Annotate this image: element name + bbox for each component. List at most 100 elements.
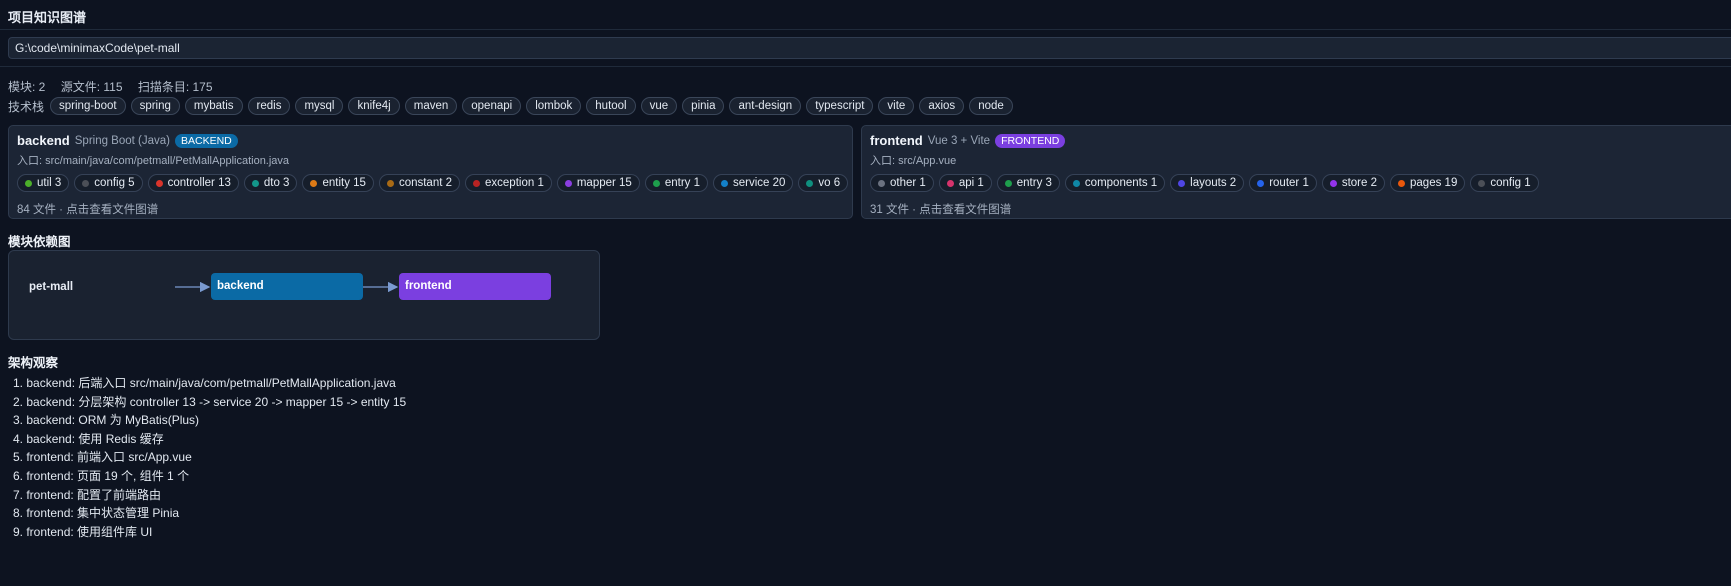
category-dot-icon [25,179,32,187]
dependency-graph-title: 模块依赖图 [8,235,71,249]
category-label: exception 1 [485,177,544,189]
tech-chip: redis [247,97,291,115]
dependency-graph: pet-mall backend frontend [8,250,600,340]
category-label: controller 13 [167,177,231,189]
category-chip[interactable]: store 2 [1321,174,1386,192]
category-dot-icon [386,179,394,187]
category-chip[interactable]: entity 15 [302,174,374,192]
project-path-input[interactable]: G:\code\minimaxCode\pet-mall [8,37,1731,59]
category-label: constant 2 [398,177,453,189]
tech-chip: spring-boot [50,97,126,115]
category-chip[interactable]: mapper 15 [556,174,640,192]
category-chip[interactable]: exception 1 [465,174,552,192]
category-label: util 3 [37,177,62,189]
tech-stack-label: 技术栈 [8,99,45,114]
category-dot-icon [878,179,885,187]
tech-chip: lombok [526,97,582,115]
category-dot-icon [1072,179,1080,187]
module-files-link[interactable]: 31 文件 · 点击查看文件图谱 [870,201,1731,217]
tech-chip: mybatis [184,97,243,115]
observation-item: 6. frontend: 页面 19 个, 组件 1 个 [13,468,190,483]
category-dot-icon [1329,179,1337,187]
observation-item: 5. frontend: 前端入口 src/App.vue [13,450,192,465]
scanned-count: 扫描条目: 175 [137,80,213,94]
category-label: entry 1 [664,177,700,189]
category-dot-icon [1478,179,1486,187]
tech-chip: openapi [462,97,522,115]
graph-node-backend[interactable]: backend [211,273,363,300]
category-dot-icon [473,179,481,187]
category-dot-icon [82,179,90,187]
category-dot-icon [721,179,728,187]
category-dot-icon [251,179,259,187]
category-dot-icon [1178,179,1186,187]
category-chip[interactable]: router 1 [1249,174,1317,192]
tech-chip: node [969,97,1013,115]
source-count: 源文件: 115 [60,80,123,94]
category-chip[interactable]: other 1 [870,174,934,192]
category-chip[interactable]: pages 19 [1390,174,1466,192]
module-badge: BACKEND [175,133,238,148]
category-label: other 1 [890,177,926,189]
category-label: entry 3 [1016,177,1052,189]
graph-node-frontend[interactable]: frontend [399,273,551,300]
category-chip[interactable]: components 1 [1064,174,1166,192]
category-dot-icon [652,179,660,187]
category-list: util 3 config 5 controller 13 dto 3 entity 1… [17,174,849,192]
tech-chip: vue [640,97,678,115]
stats-row: 模块: 2 源文件: 115 扫描条目: 175 [8,78,225,95]
tech-chip: spring [130,97,180,115]
header-bar: 项目知识图谱 [0,0,1731,30]
tech-chip: knife4j [348,97,400,115]
category-label: layouts 2 [1190,177,1237,189]
divider [0,66,1731,67]
category-chip[interactable]: config 1 [1470,174,1539,192]
observation-item: 9. frontend: 使用组件库 UI [13,524,153,539]
category-chip[interactable]: controller 13 [147,174,239,192]
module-framework: Vue 3 + Vite [927,134,991,147]
category-chip[interactable]: util 3 [17,174,70,192]
observations-list: 1. backend: 后端入口 src/main/java/com/petma… [13,374,406,541]
module-badge: FRONTEND [995,133,1066,148]
module-name: frontend [870,133,923,148]
module-card-backend[interactable]: backend Spring Boot (Java) BACKEND 入口: s… [8,125,853,219]
tech-chip: pinia [682,97,725,115]
category-chip[interactable]: service 20 [713,174,794,192]
tech-chip: hutool [586,97,636,115]
category-label: entity 15 [322,177,366,189]
category-label: config 5 [94,177,135,189]
category-chip[interactable]: api 1 [938,174,992,192]
category-label: router 1 [1269,177,1309,189]
category-dot-icon [1257,179,1265,187]
category-label: service 20 [733,177,786,189]
category-chip[interactable]: entry 1 [644,174,708,192]
observations-title: 架构观察 [8,356,59,370]
observation-item: 8. frontend: 集中状态管理 Pinia [13,506,180,521]
category-chip[interactable]: vo 6 [798,174,849,192]
category-chip[interactable]: entry 3 [996,174,1060,192]
observation-item: 7. frontend: 配置了前端路由 [13,487,162,502]
module-card-frontend[interactable]: frontend Vue 3 + Vite FRONTEND 入口: src/A… [861,125,1731,219]
category-dot-icon [1398,179,1406,187]
category-label: store 2 [1341,177,1378,189]
tech-chip: axios [919,97,965,115]
observation-item: 4. backend: 使用 Redis 缓存 [13,431,164,446]
category-dot-icon [155,179,163,187]
category-label: components 1 [1084,177,1158,189]
category-dot-icon [946,179,954,187]
category-label: config 1 [1490,177,1531,189]
observation-item: 3. backend: ORM 为 MyBatis(Plus) [13,413,200,428]
module-framework: Spring Boot (Java) [74,134,170,147]
tech-chip: vite [878,97,915,115]
module-files-link[interactable]: 84 文件 · 点击查看文件图谱 [17,201,844,217]
category-chip[interactable]: config 5 [74,174,143,192]
category-label: pages 19 [1410,177,1458,189]
category-label: vo 6 [818,177,841,189]
category-chip[interactable]: dto 3 [243,174,298,192]
category-dot-icon [806,179,814,187]
category-list: other 1 api 1 entry 3 components 1 layouts 2… [870,174,1731,192]
observation-item: 1. backend: 后端入口 src/main/java/com/petma… [13,376,396,390]
category-chip[interactable]: layouts 2 [1170,174,1245,192]
category-chip[interactable]: constant 2 [378,174,461,192]
category-label: dto 3 [263,177,290,189]
